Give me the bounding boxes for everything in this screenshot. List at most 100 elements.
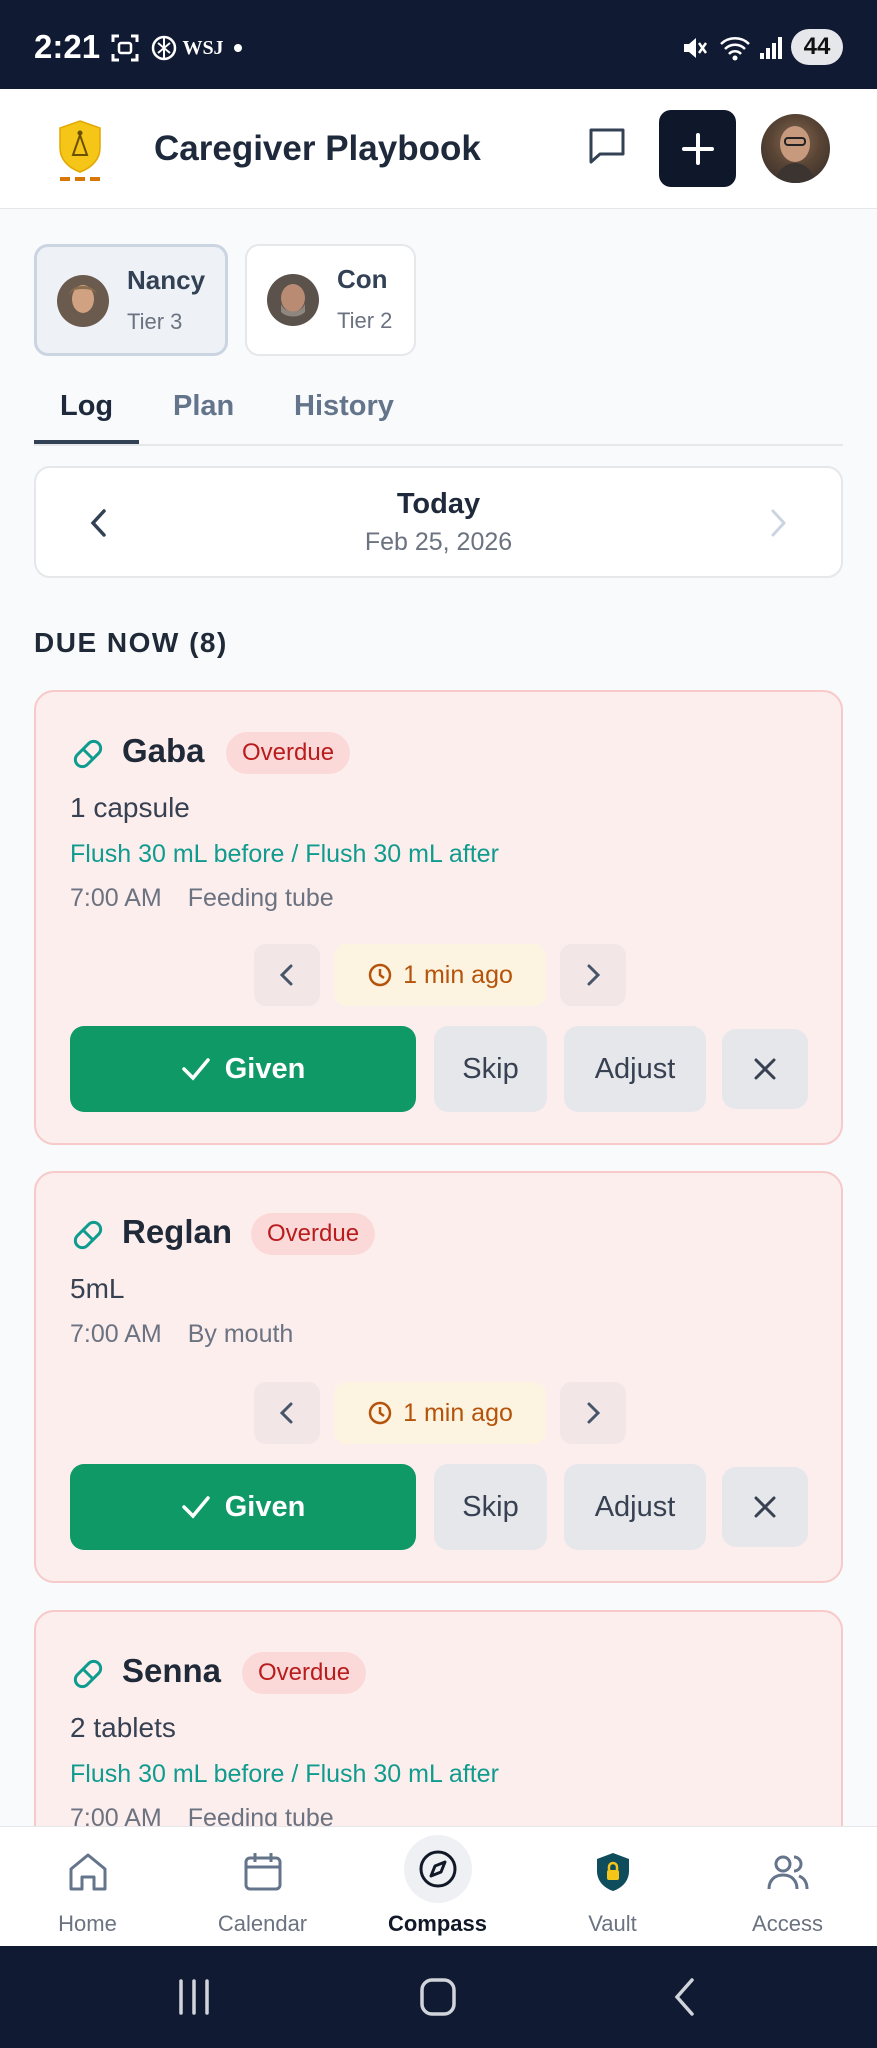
screenshot-icon <box>108 30 142 66</box>
app-header: Caregiver Playbook <box>0 89 877 209</box>
med-name: Senna <box>122 1652 222 1689</box>
time-earlier-button[interactable] <box>254 944 320 1006</box>
pill-icon <box>70 1217 106 1253</box>
add-button[interactable] <box>659 110 736 187</box>
app-title: Caregiver Playbook <box>154 129 481 168</box>
mute-icon <box>678 30 710 66</box>
tab-log[interactable]: Log <box>60 390 113 423</box>
status-badge: Overdue <box>251 1213 376 1255</box>
date-navigator: Today Feb 25, 2026 <box>34 466 843 578</box>
nav-label: Home <box>58 1911 117 1936</box>
shield-logo-icon[interactable] <box>56 119 104 183</box>
nav-access[interactable]: Access <box>700 1827 875 1947</box>
clock-icon <box>368 1401 392 1425</box>
back-icon[interactable] <box>670 1976 700 2018</box>
med-time: 7:00 AM <box>70 1320 162 1348</box>
nav-home[interactable]: Home <box>0 1827 175 1947</box>
flush-instructions: Flush 30 mL before / Flush 30 mL after <box>70 1760 499 1788</box>
skip-button[interactable]: Skip <box>434 1464 547 1550</box>
elapsed-time: 1 min ago <box>403 960 513 989</box>
elapsed-time-chip[interactable]: 1 min ago <box>334 944 546 1006</box>
med-dose: 2 tablets <box>70 1712 176 1743</box>
time-earlier-button[interactable] <box>254 1382 320 1444</box>
given-button[interactable]: Given <box>70 1026 416 1112</box>
med-dose: 5mL <box>70 1273 125 1304</box>
date-label: Feb 25, 2026 <box>364 528 513 556</box>
date-day-label: Today <box>396 488 481 520</box>
med-schedule: 7:00 AM Feeding tube <box>70 884 334 913</box>
elapsed-time-chip[interactable]: 1 min ago <box>334 1382 546 1444</box>
adjust-button[interactable]: Adjust <box>564 1464 706 1550</box>
wsj-icon: WSJ <box>182 36 224 59</box>
flush-instructions: Flush 30 mL before / Flush 30 mL after <box>70 840 499 868</box>
med-dose: 1 capsule <box>70 792 190 823</box>
time-later-button[interactable] <box>560 1382 626 1444</box>
med-name: Gaba <box>122 732 205 769</box>
med-card-reglan: Reglan Overdue 5mL 7:00 AM By mouth 1 min… <box>34 1171 843 1583</box>
system-nav-bar <box>0 1946 877 2048</box>
status-time: 2:21 <box>34 28 101 65</box>
med-name: Reglan <box>122 1213 233 1250</box>
nav-calendar[interactable]: Calendar <box>175 1827 350 1947</box>
dismiss-button[interactable] <box>722 1467 808 1547</box>
person-name: Nancy <box>127 265 206 295</box>
nav-label: Vault <box>588 1911 637 1936</box>
given-button[interactable]: Given <box>70 1464 416 1550</box>
message-icon[interactable] <box>586 125 628 167</box>
nav-vault[interactable]: Vault <box>525 1827 700 1947</box>
dismiss-button[interactable] <box>722 1029 808 1109</box>
signal-icon <box>756 30 786 66</box>
home-system-icon[interactable] <box>418 1976 458 2018</box>
plus-icon <box>681 132 714 165</box>
person-name: Con <box>337 264 388 294</box>
person-chip-nancy[interactable]: Nancy Tier 3 <box>34 244 228 356</box>
wifi-icon <box>718 30 752 66</box>
person-chip-con[interactable]: Con Tier 2 <box>245 244 416 356</box>
tab-history[interactable]: History <box>294 390 394 423</box>
pill-icon <box>70 1656 106 1692</box>
tab-plan[interactable]: Plan <box>173 390 234 423</box>
med-card-gaba: Gaba Overdue 1 capsule Flush 30 mL befor… <box>34 690 843 1145</box>
status-badge: Overdue <box>226 732 351 774</box>
med-route: By mouth <box>187 1320 294 1348</box>
openai-icon <box>147 30 181 66</box>
person-tier: Tier 2 <box>337 308 393 333</box>
nav-label: Calendar <box>217 1911 308 1936</box>
med-time: 7:00 AM <box>70 884 162 912</box>
time-later-button[interactable] <box>560 944 626 1006</box>
avatar <box>267 274 319 326</box>
active-tab-indicator <box>34 440 139 444</box>
chevron-right-icon[interactable] <box>763 506 793 540</box>
users-icon <box>767 1855 808 1890</box>
person-tier: Tier 3 <box>127 309 183 334</box>
close-icon <box>754 1496 776 1518</box>
calendar-icon <box>244 1853 281 1891</box>
status-bar: 2:21 WSJ 44 <box>0 0 877 89</box>
given-label: Given <box>224 1052 306 1085</box>
section-title: DUE NOW (8) <box>34 627 228 658</box>
nav-label: Compass <box>387 1911 488 1936</box>
bottom-nav: Home Calendar Compass Vault Access <box>0 1826 877 1946</box>
home-icon <box>69 1853 106 1891</box>
skip-button[interactable]: Skip <box>434 1026 547 1112</box>
elapsed-time: 1 min ago <box>403 1398 513 1427</box>
check-icon <box>181 1058 210 1081</box>
close-icon <box>754 1058 776 1080</box>
battery-icon: 44 <box>791 29 843 65</box>
med-route: Feeding tube <box>187 884 334 912</box>
status-badge: Overdue <box>242 1652 367 1694</box>
tab-bar: Log Plan History <box>34 372 843 446</box>
vault-icon <box>596 1853 629 1891</box>
compass-icon <box>419 1850 456 1888</box>
adjust-button[interactable]: Adjust <box>564 1026 706 1112</box>
nav-compass[interactable]: Compass <box>350 1827 525 1947</box>
given-label: Given <box>224 1490 306 1523</box>
med-schedule: 7:00 AM By mouth <box>70 1320 293 1349</box>
avatar[interactable] <box>761 114 830 183</box>
pill-icon <box>70 736 106 772</box>
dot-icon <box>230 30 246 66</box>
nav-label: Access <box>752 1911 823 1936</box>
check-icon <box>181 1496 210 1519</box>
recent-apps-icon[interactable] <box>176 1978 212 2016</box>
clock-icon <box>368 963 392 987</box>
